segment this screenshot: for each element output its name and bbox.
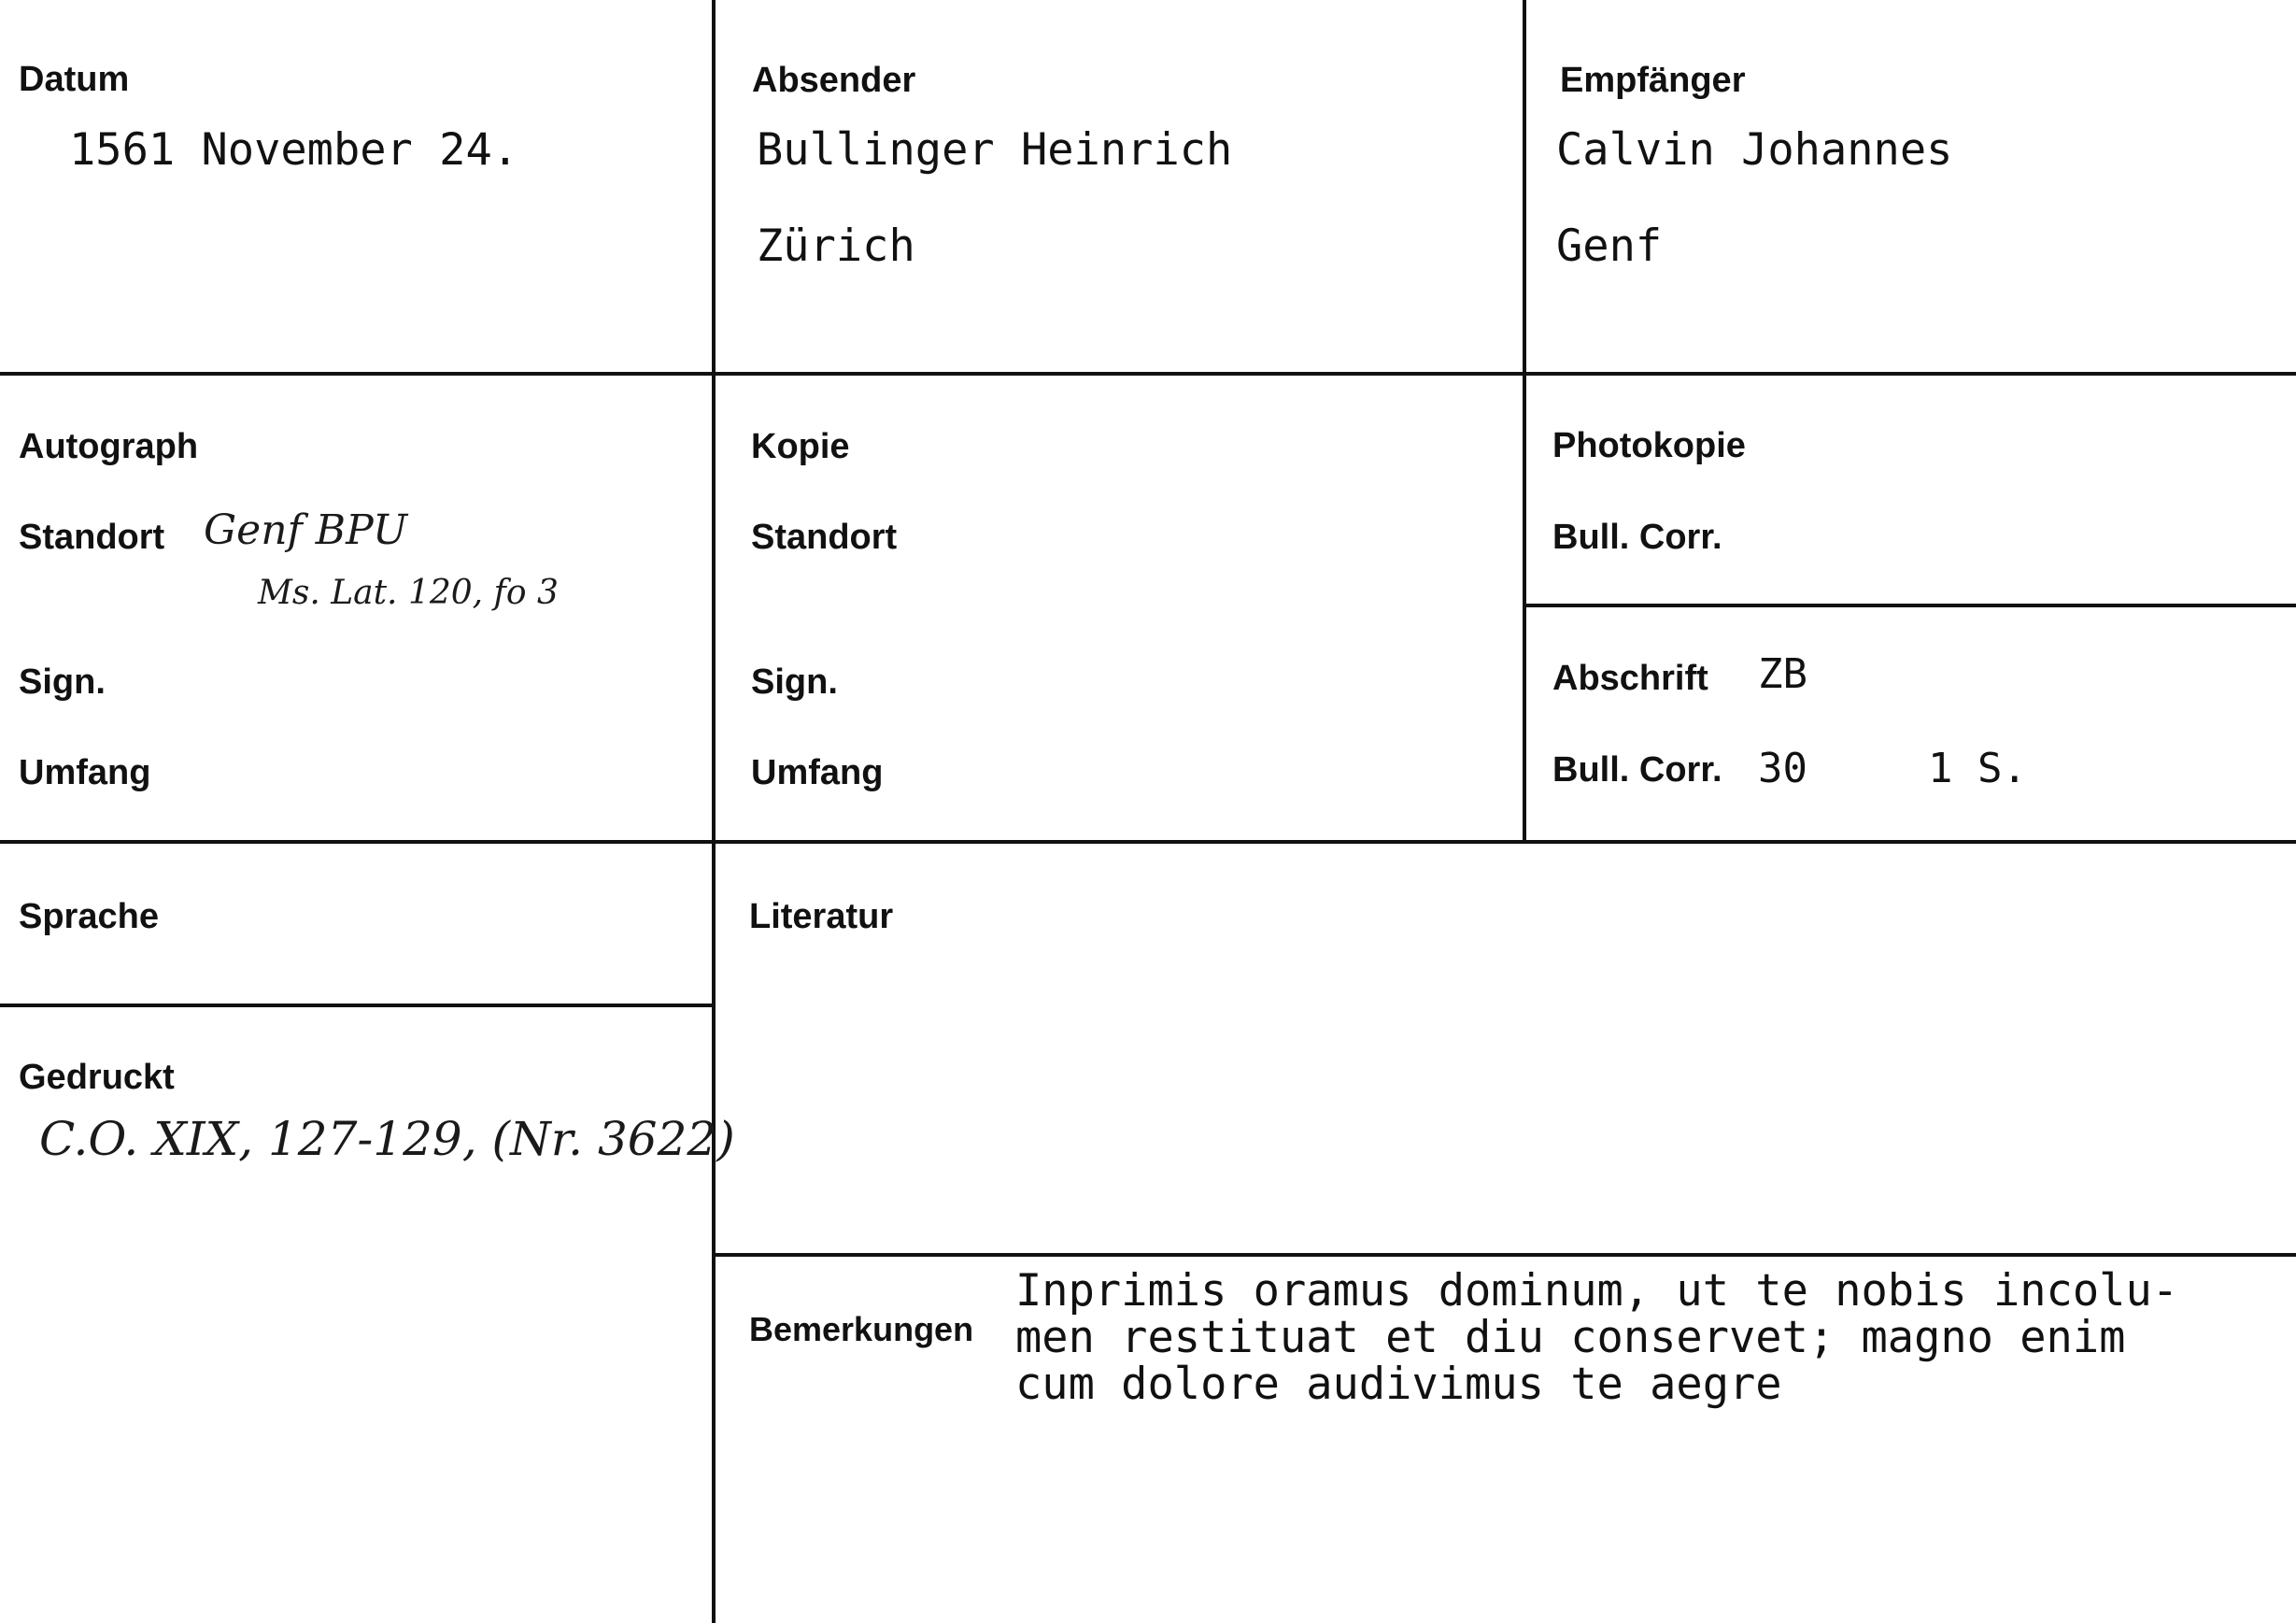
divider-horizontal-bemerkungen <box>712 1253 2296 1257</box>
empfaenger-name: Calvin Johannes <box>1556 124 1953 176</box>
divider-horizontal-2 <box>0 840 2296 844</box>
index-card: Datum 1561 November 24. Absender Bulling… <box>0 0 2296 1623</box>
bemerkungen-line-1: Inprimis oramus dominum, ut te nobis inc… <box>1015 1265 2179 1317</box>
standort-handwritten-line1: Genf BPU <box>204 506 408 554</box>
abschrift-number: 30 <box>1758 745 1807 792</box>
bemerkungen-label: Bemerkungen <box>749 1310 974 1348</box>
gedruckt-label: Gedruckt <box>19 1058 175 1097</box>
sprache-label: Sprache <box>19 897 159 936</box>
kopie-umfang-label: Umfang <box>751 753 884 792</box>
abschrift-location: ZB <box>1758 650 1807 698</box>
abschrift-label: Abschrift <box>1552 659 1708 698</box>
autograph-standort-label: Standort <box>19 518 165 557</box>
divider-horizontal-sprache <box>0 1004 714 1007</box>
abschrift-pages: 1 S. <box>1928 745 2027 792</box>
kopie-standort-label: Standort <box>751 518 898 557</box>
kopie-label: Kopie <box>751 427 850 466</box>
absender-name: Bullinger Heinrich <box>757 124 1233 176</box>
divider-vertical-right <box>1523 0 1526 843</box>
bemerkungen-line-3: cum dolore audivimus te aegre <box>1015 1359 1782 1410</box>
divider-horizontal-1 <box>0 372 2296 376</box>
bemerkungen-text: Inprimis oramus dominum, ut te nobis inc… <box>1015 1269 2286 1418</box>
bemerkungen-line-2: men restituat et diu conservet; magno en… <box>1015 1312 2126 1363</box>
standort-handwritten-line2: Ms. Lat. 120, fo 3 <box>258 574 559 612</box>
datum-label: Datum <box>19 60 130 99</box>
kopie-sign-label: Sign. <box>751 662 838 702</box>
absender-label: Absender <box>752 61 916 100</box>
empfaenger-label: Empfänger <box>1560 61 1746 100</box>
autograph-sign-label: Sign. <box>19 662 106 702</box>
divider-vertical-left <box>712 0 716 1623</box>
absender-ort: Zürich <box>757 221 915 272</box>
divider-horizontal-photokopie <box>1523 604 2296 607</box>
empfaenger-ort: Genf <box>1556 221 1663 272</box>
photokopie-ref-label: Bull. Corr. <box>1552 518 1722 557</box>
datum-value: 1561 November 24. <box>69 124 519 176</box>
gedruckt-handwritten: C.O. XIX, 127-129, (Nr. 3622) <box>39 1112 735 1166</box>
literatur-label: Literatur <box>749 897 894 936</box>
abschrift-ref-label: Bull. Corr. <box>1552 750 1722 790</box>
autograph-umfang-label: Umfang <box>19 753 151 792</box>
photokopie-label: Photokopie <box>1552 426 1746 465</box>
autograph-label: Autograph <box>19 427 199 466</box>
